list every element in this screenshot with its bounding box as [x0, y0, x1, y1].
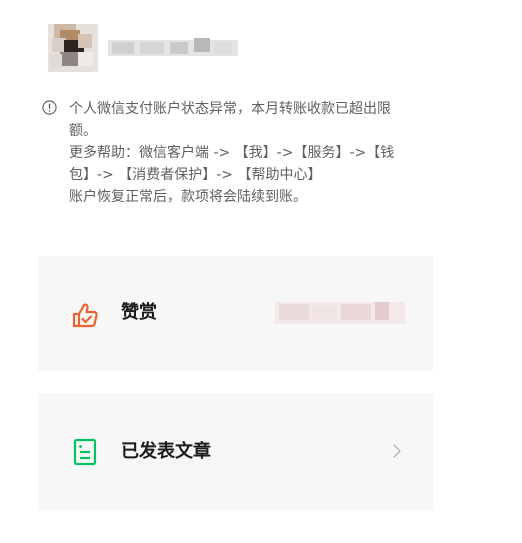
page: 个人微信支付账户状态异常，本月转账收款已超出限 额。 更多帮助：微信客户端 ->… [0, 0, 522, 543]
avatar[interactable] [48, 24, 98, 72]
reward-label: 赞赏 [121, 302, 157, 323]
thumbs-up-icon [72, 303, 98, 328]
notice-line: 更多帮助：微信客户端 -> 【我】->【服务】->【钱 [69, 145, 395, 161]
profile-name [104, 34, 244, 62]
chevron-right-icon [393, 444, 401, 458]
reward-row[interactable]: 赞赏 [38, 256, 433, 371]
published-articles-row[interactable]: 已发表文章 [38, 393, 433, 510]
reward-value [275, 300, 409, 324]
notice-line: 账户恢复正常后，款项将会陆续到账。 [69, 189, 307, 205]
info-circle-icon [42, 100, 57, 115]
notice-line: 额。 [69, 123, 97, 139]
published-articles-label: 已发表文章 [121, 441, 211, 462]
notice-line: 包】-> 【消费者保护】-> 【帮助中心】 [69, 167, 322, 183]
document-icon [73, 438, 97, 466]
notice-line: 个人微信支付账户状态异常，本月转账收款已超出限 [69, 101, 391, 117]
notice-text: 个人微信支付账户状态异常，本月转账收款已超出限 额。 更多帮助：微信客户端 ->… [69, 98, 441, 208]
